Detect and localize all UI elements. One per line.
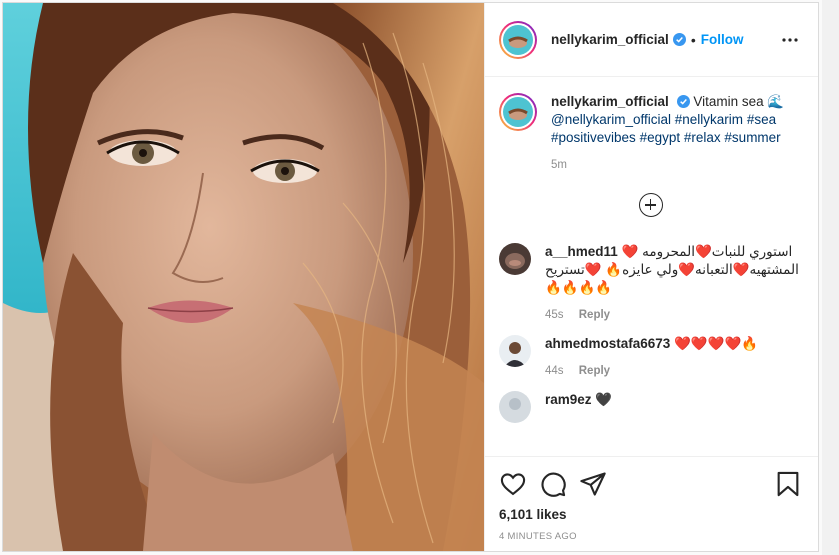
comment-text: a__hmed11 استوري للنبات❤️المحرومه ❤️المش… bbox=[545, 243, 802, 297]
verified-icon bbox=[676, 95, 690, 108]
share-icon[interactable] bbox=[579, 470, 607, 498]
caption-text: nellykarim_official Vitamin sea 🌊 @nelly… bbox=[551, 93, 802, 147]
comments-list[interactable]: nellykarim_official Vitamin sea 🌊 @nelly… bbox=[485, 77, 818, 456]
comment-meta: 44s Reply bbox=[545, 365, 802, 377]
comment-username[interactable]: a__hmed11 bbox=[545, 244, 618, 259]
avatar-image bbox=[503, 24, 533, 55]
post-photo[interactable] bbox=[3, 3, 484, 551]
comment-username[interactable]: ahmedmostafa6673 bbox=[545, 336, 670, 351]
load-more-comments[interactable] bbox=[499, 193, 802, 217]
commenter-avatar[interactable] bbox=[499, 391, 531, 423]
hashtag-link[interactable]: #relax bbox=[684, 130, 721, 145]
heart-icon[interactable] bbox=[499, 470, 527, 498]
reply-button[interactable]: Reply bbox=[579, 365, 610, 377]
likes-count[interactable]: 6,101 likes bbox=[499, 507, 802, 522]
hashtag-link[interactable]: #egypt bbox=[640, 130, 681, 145]
post-dialog: nellykarim_official • Follow nellykarim_… bbox=[2, 2, 819, 552]
reply-button[interactable]: Reply bbox=[579, 309, 610, 321]
comment-username[interactable]: ram9ez bbox=[545, 392, 592, 407]
hashtag-link[interactable]: #summer bbox=[724, 130, 780, 145]
caption-avatar[interactable] bbox=[499, 93, 537, 131]
post-sidebar: nellykarim_official • Follow nellykarim_… bbox=[484, 3, 818, 551]
bookmark-icon[interactable] bbox=[774, 470, 802, 498]
more-options-icon[interactable] bbox=[778, 28, 802, 52]
load-more-icon[interactable] bbox=[638, 193, 663, 217]
post-image bbox=[3, 3, 484, 551]
hashtag-link[interactable]: #sea bbox=[747, 112, 776, 127]
verified-icon bbox=[672, 33, 686, 46]
comment-item: a__hmed11 استوري للنبات❤️المحرومه ❤️المش… bbox=[499, 243, 802, 321]
avatar-image bbox=[503, 97, 533, 127]
post-header: nellykarim_official • Follow bbox=[485, 3, 818, 77]
comment-body: 🖤 bbox=[595, 392, 613, 407]
comment-age: 44s bbox=[545, 365, 564, 377]
hashtag-link[interactable]: #positivevibes bbox=[551, 130, 636, 145]
caption-age: 5m bbox=[551, 159, 567, 171]
caption-mention[interactable]: @nellykarim_official bbox=[551, 112, 671, 127]
commenter-avatar[interactable] bbox=[499, 335, 531, 367]
comment-body: ❤️❤️❤️❤️🔥 bbox=[674, 336, 759, 351]
comment-item: ahmedmostafa6673 ❤️❤️❤️❤️🔥 44s Reply bbox=[499, 335, 802, 377]
follow-button[interactable]: Follow bbox=[701, 32, 744, 47]
caption-username[interactable]: nellykarim_official bbox=[551, 94, 669, 109]
comment-text: ram9ez 🖤 bbox=[545, 391, 802, 409]
author-avatar[interactable] bbox=[499, 20, 537, 59]
separator-dot: • bbox=[690, 31, 696, 48]
hashtag-link[interactable]: #nellykarim bbox=[675, 112, 743, 127]
author-username[interactable]: nellykarim_official bbox=[551, 32, 669, 47]
post-timestamp: 4 MINUTES AGO bbox=[499, 531, 577, 542]
commenter-avatar[interactable] bbox=[499, 243, 531, 275]
page-scrollbar[interactable] bbox=[822, 0, 839, 555]
post-actions: 6,101 likes 4 MINUTES AGO bbox=[485, 456, 818, 551]
comment-text: ahmedmostafa6673 ❤️❤️❤️❤️🔥 bbox=[545, 335, 802, 353]
caption: nellykarim_official Vitamin sea 🌊 @nelly… bbox=[499, 93, 802, 171]
comment-age: 45s bbox=[545, 309, 564, 321]
caption-body: Vitamin sea 🌊 bbox=[693, 94, 785, 109]
comment-meta: 45s Reply bbox=[545, 309, 802, 321]
comment-icon[interactable] bbox=[539, 470, 567, 498]
comment-item: ram9ez 🖤 bbox=[499, 391, 802, 423]
